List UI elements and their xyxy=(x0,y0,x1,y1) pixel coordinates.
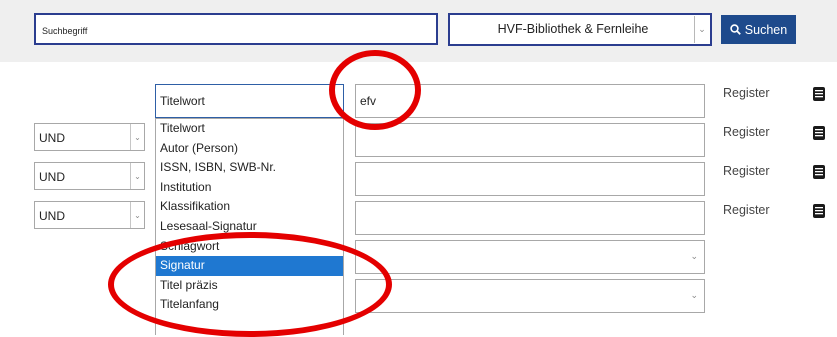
dropdown-option[interactable]: Institution xyxy=(156,178,343,198)
search-button-label: Suchen xyxy=(744,22,788,37)
library-select[interactable]: HVF-Bibliothek & Fernleihe ⌄ xyxy=(448,13,712,46)
operator-select[interactable]: UND ⌄ xyxy=(34,123,145,151)
dropdown-option[interactable]: Titelanfang xyxy=(156,295,343,315)
search-term-value: efv xyxy=(360,94,377,108)
register-icon[interactable] xyxy=(812,203,826,219)
filter-select[interactable]: ⌄ xyxy=(355,279,705,313)
chevron-down-icon: ⌄ xyxy=(329,93,337,103)
field-select-value: Titelwort xyxy=(160,94,205,108)
dropdown-option-selected[interactable]: Signatur xyxy=(156,256,343,276)
search-icon xyxy=(730,24,741,35)
chevron-down-icon: ⌄ xyxy=(130,124,144,150)
chevron-down-icon: ⌄ xyxy=(694,16,709,43)
search-term-input[interactable]: efv xyxy=(355,84,705,118)
operator-select-value: UND xyxy=(39,209,65,223)
dropdown-option[interactable]: Schlagwort xyxy=(156,237,343,257)
library-select-value: HVF-Bibliothek & Fernleihe xyxy=(497,22,649,36)
chevron-down-icon: ⌄ xyxy=(130,202,144,228)
chevron-down-icon: ⌄ xyxy=(690,290,698,300)
register-link[interactable]: Register xyxy=(723,203,770,217)
chevron-down-icon: ⌄ xyxy=(690,251,698,261)
dropdown-option[interactable]: Klassifikation xyxy=(156,197,343,217)
field-select[interactable]: Titelwort ⌄ xyxy=(155,84,344,118)
dropdown-option[interactable]: Autor (Person) xyxy=(156,139,343,159)
search-term-input[interactable] xyxy=(355,162,705,196)
register-icon[interactable] xyxy=(812,125,826,141)
dropdown-option[interactable]: Titelwort xyxy=(156,119,343,139)
dropdown-option[interactable]: Titel präzis xyxy=(156,276,343,296)
register-link[interactable]: Register xyxy=(723,164,770,178)
search-term-input[interactable] xyxy=(355,201,705,235)
register-icon[interactable] xyxy=(812,86,826,102)
search-input[interactable]: Suchbegriff xyxy=(34,13,438,45)
dropdown-option[interactable]: ISSN, ISBN, SWB-Nr. xyxy=(156,158,343,178)
register-icon[interactable] xyxy=(812,164,826,180)
chevron-down-icon: ⌄ xyxy=(130,163,144,189)
dropdown-option[interactable]: Lesesaal-Signatur xyxy=(156,217,343,237)
register-link[interactable]: Register xyxy=(723,125,770,139)
search-button[interactable]: Suchen xyxy=(721,15,796,44)
search-term-input[interactable] xyxy=(355,123,705,157)
register-link[interactable]: Register xyxy=(723,86,770,100)
operator-select-value: UND xyxy=(39,131,65,145)
operator-select[interactable]: UND ⌄ xyxy=(34,201,145,229)
field-dropdown-list: Titelwort Autor (Person) ISSN, ISBN, SWB… xyxy=(155,118,344,335)
operator-select-value: UND xyxy=(39,170,65,184)
filter-select[interactable]: ⌄ xyxy=(355,240,705,274)
operator-select[interactable]: UND ⌄ xyxy=(34,162,145,190)
